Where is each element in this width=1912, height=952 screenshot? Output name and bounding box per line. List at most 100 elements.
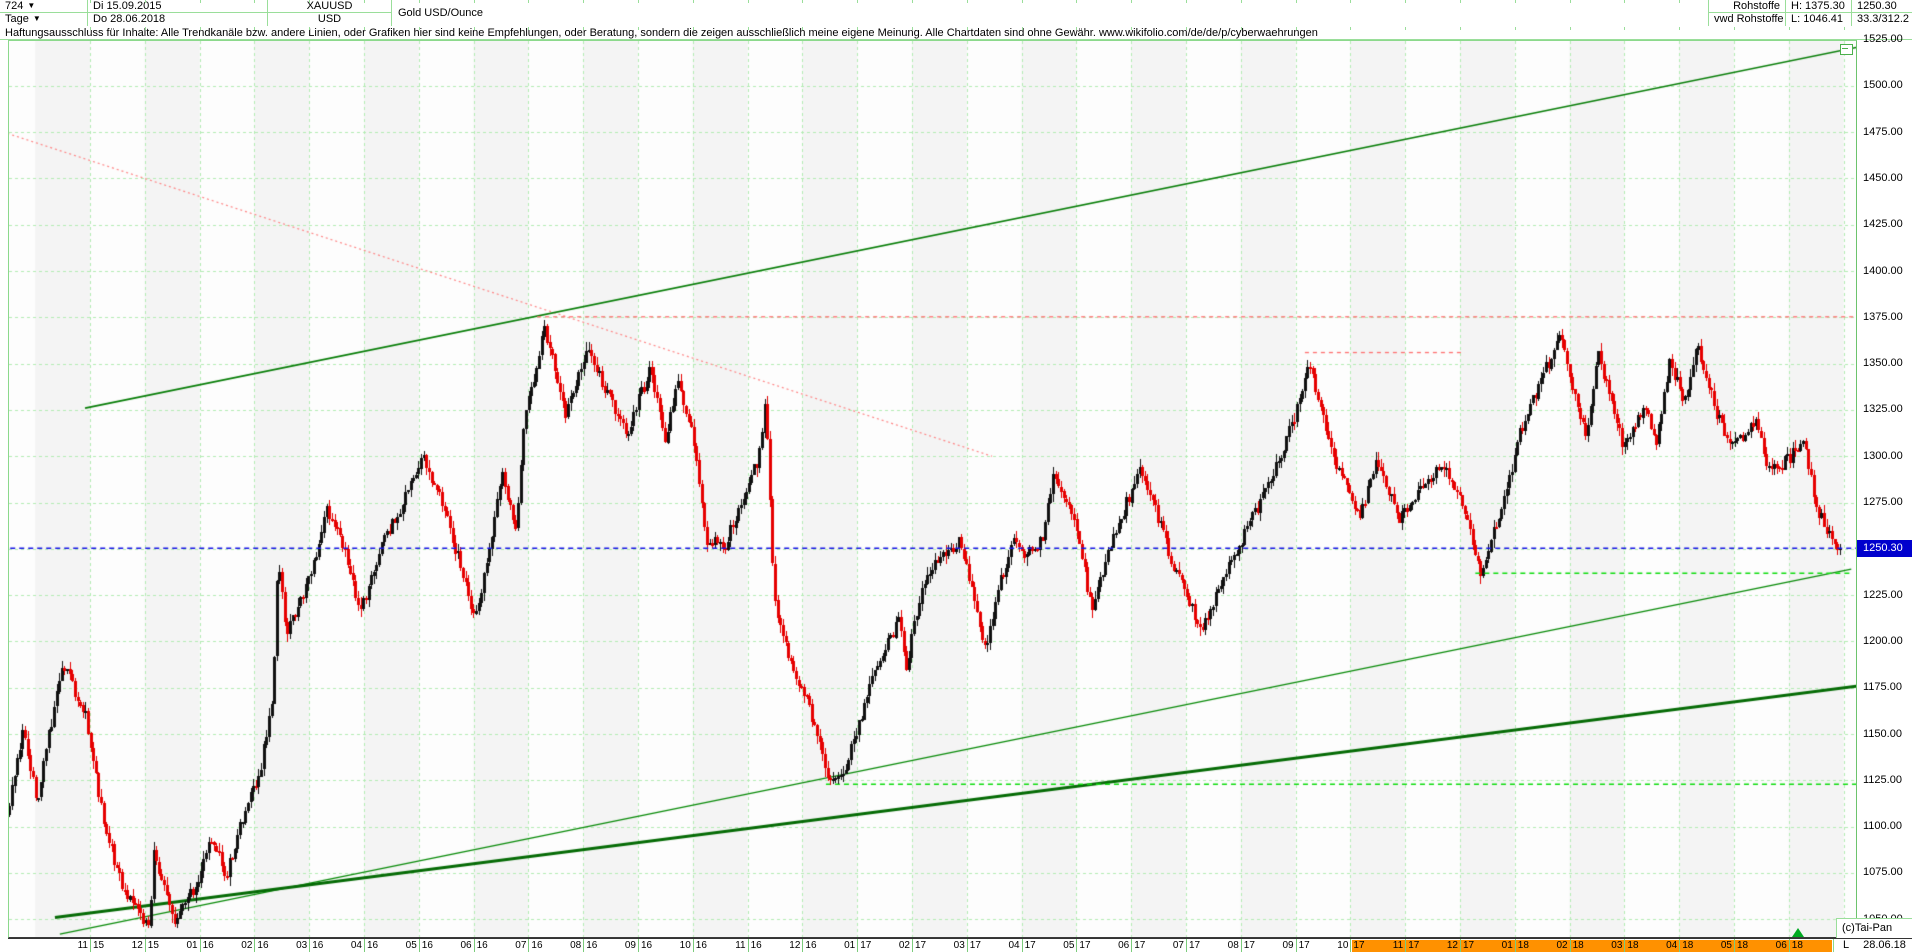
date-tick-label: 02	[241, 940, 253, 951]
date-tick-label: 07	[515, 940, 527, 951]
month-tick	[1021, 939, 1023, 952]
month-tick	[1350, 939, 1352, 952]
date-tick-label: 17	[1353, 940, 1365, 951]
price-tick-label: 1300.00	[1863, 449, 1903, 462]
price-tick-label: 1450.00	[1863, 171, 1903, 184]
month-tick	[1514, 939, 1516, 952]
chart-number: 724	[5, 0, 24, 12]
month-tick	[90, 939, 91, 952]
price-tick-label: 1275.00	[1863, 496, 1903, 509]
date-tick-label: 16	[531, 940, 543, 951]
price-tick-label: 1200.00	[1863, 634, 1903, 647]
month-tick	[528, 939, 530, 952]
month-tick	[802, 0, 804, 3]
price-tick-label: 1325.00	[1863, 403, 1903, 416]
date-tick-label: 10	[1337, 940, 1349, 951]
date-tick-label: 17	[969, 940, 981, 951]
month-tick	[1624, 939, 1626, 952]
month-tick	[1569, 939, 1571, 952]
current-price-badge: 1250.30	[1857, 539, 1912, 557]
month-tick	[1186, 939, 1187, 952]
date-tick-label: 06	[1775, 940, 1787, 951]
date-tick-label: 17	[1079, 940, 1091, 951]
month-tick	[583, 0, 585, 3]
month-tick	[90, 27, 91, 30]
date-tick-label: 03	[1611, 940, 1623, 951]
ratio-value: 33.3/312.2	[1852, 13, 1912, 26]
last-date-label: 28.06.18	[1857, 938, 1912, 952]
date-tick-label: 16	[476, 940, 488, 951]
date-tick-label: 08	[1227, 940, 1239, 951]
month-tick	[912, 939, 913, 952]
month-tick	[1240, 0, 1242, 3]
month-tick	[1405, 27, 1407, 30]
date-tick-label: 01	[844, 940, 856, 951]
date-axis: L 11 15 12 15 01 16 02 16 03 16 04 16 05 16 06 16 07 16 08…	[8, 938, 1858, 952]
date-tick-label: 18	[1572, 940, 1584, 951]
date-tick-label: 17	[1189, 940, 1201, 951]
month-tick	[309, 939, 311, 952]
month-tick	[747, 27, 749, 30]
symbol-label: XAUUSD	[268, 0, 392, 13]
currency-label: USD	[268, 13, 392, 26]
month-tick	[418, 0, 420, 3]
price-tick-label: 1350.00	[1863, 357, 1903, 370]
date-tick-label: 03	[953, 940, 965, 951]
month-tick	[638, 27, 639, 30]
date-tick-label: 09	[624, 940, 636, 951]
month-tick	[1021, 0, 1023, 3]
month-tick	[473, 0, 475, 3]
period-high: H: 1375.30	[1786, 0, 1852, 13]
date-tick-label: 17	[915, 940, 927, 951]
month-tick	[583, 27, 585, 30]
month-tick	[966, 939, 968, 952]
month-tick	[1240, 27, 1242, 30]
header-bar: 724 ▼ Tage ▼ Di 15.09.2015 Do 28.06.2018 X…	[0, 0, 1912, 27]
month-tick	[638, 0, 639, 3]
month-tick	[254, 27, 256, 30]
date-tick-label: 16	[641, 940, 653, 951]
date-tick-label: 16	[586, 940, 598, 951]
price-tick-label: 1525.00	[1863, 33, 1903, 46]
month-tick	[1021, 27, 1023, 30]
price-tick-label: 1075.00	[1863, 866, 1903, 879]
month-tick	[1460, 939, 1461, 952]
month-tick	[418, 27, 420, 30]
date-tick-label: 17	[1463, 940, 1475, 951]
month-tick	[692, 27, 694, 30]
month-tick	[802, 939, 804, 952]
date-tick-label: 08	[570, 940, 582, 951]
period-low: L: 1046.41	[1786, 13, 1852, 26]
chart-plot-area[interactable]	[8, 40, 1857, 938]
period-dropdown[interactable]: Tage ▼	[0, 13, 88, 26]
date-tick-label: 16	[695, 940, 707, 951]
price-tick-label: 1225.00	[1863, 588, 1903, 601]
date-tick-label: 12	[789, 940, 801, 951]
price-tick-label: 1400.00	[1863, 264, 1903, 277]
date-tick-label: 16	[202, 940, 214, 951]
date-tick-label: 12	[131, 940, 143, 951]
month-tick	[857, 0, 859, 3]
month-tick	[1569, 27, 1571, 30]
candlestick-canvas[interactable]	[9, 41, 1856, 937]
date-tick-label: 17	[1134, 940, 1146, 951]
month-tick	[583, 939, 585, 952]
month-tick	[364, 27, 365, 30]
month-tick	[254, 939, 256, 952]
price-tick-label: 1500.00	[1863, 79, 1903, 92]
chart-number-dropdown[interactable]: 724 ▼	[0, 0, 88, 13]
date-tick-label: 04	[350, 940, 362, 951]
chart-tool-icon[interactable]	[1840, 44, 1853, 55]
month-tick	[1679, 939, 1681, 952]
date-tick-label: 15	[93, 940, 105, 951]
price-tick-label: 1425.00	[1863, 218, 1903, 231]
month-tick	[144, 27, 146, 30]
month-tick	[1295, 27, 1297, 30]
month-tick	[966, 0, 968, 3]
date-tick-label: 18	[1791, 940, 1803, 951]
month-tick	[1240, 939, 1242, 952]
month-tick	[857, 27, 859, 30]
month-tick	[1186, 27, 1187, 30]
month-tick	[199, 0, 201, 3]
month-tick	[966, 27, 968, 30]
